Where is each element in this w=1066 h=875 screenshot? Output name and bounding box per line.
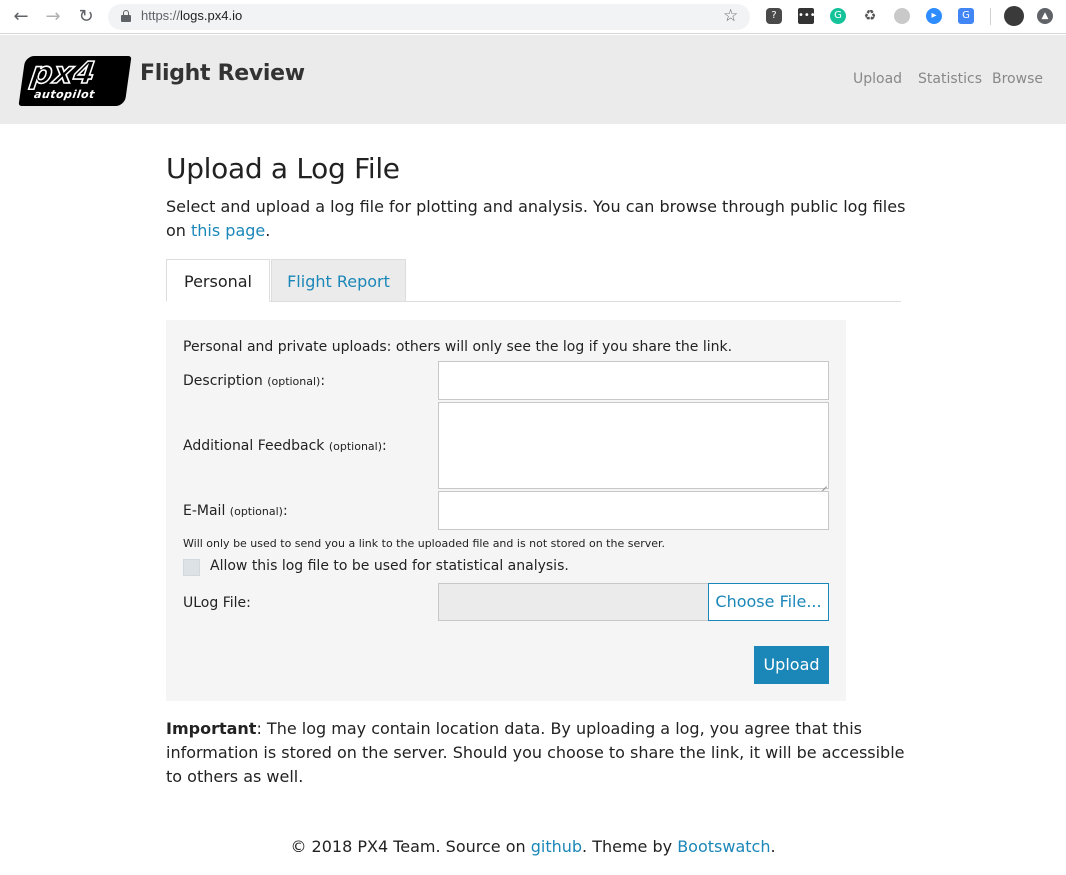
file-name-display	[438, 583, 708, 621]
nav-upload-link[interactable]: Upload	[853, 71, 902, 87]
statistics-checkbox-label[interactable]: Allow this log file to be used for stati…	[210, 558, 569, 574]
page-title: Upload a Log File	[166, 152, 400, 185]
nav-statistics-link[interactable]: Statistics	[918, 71, 982, 87]
circle-extension-icon[interactable]	[894, 8, 910, 24]
back-arrow-icon[interactable]: ←	[11, 7, 31, 27]
extension-shield-icon[interactable]: ?	[766, 8, 782, 24]
brand-title[interactable]: Flight Review	[140, 61, 305, 86]
bootswatch-link[interactable]: Bootswatch	[677, 837, 770, 856]
description-input[interactable]	[438, 361, 829, 400]
upload-button[interactable]: Upload	[754, 646, 829, 684]
tab-flight-report[interactable]: Flight Report	[271, 259, 406, 302]
upload-tabs: Personal Flight Report	[166, 259, 901, 302]
resize-grip-icon[interactable]	[819, 479, 827, 487]
translate-icon[interactable]: G	[958, 8, 974, 24]
form-note: Personal and private uploads: others wil…	[183, 339, 733, 355]
email-label: E-Mail (optional):	[183, 503, 288, 519]
site-navbar: px4 autopilot Flight Review Upload Stati…	[0, 35, 1066, 124]
feedback-label: Additional Feedback (optional):	[183, 438, 387, 454]
zoom-icon[interactable]: ▸	[926, 8, 942, 24]
reload-icon[interactable]: ↻	[76, 7, 96, 27]
description-label: Description (optional):	[183, 373, 326, 389]
statistics-checkbox[interactable]	[183, 559, 200, 576]
forward-arrow-icon[interactable]: →	[43, 7, 63, 27]
choose-file-button[interactable]: Choose File...	[708, 583, 829, 621]
email-help-text: Will only be used to send you a link to …	[183, 537, 666, 550]
url-text[interactable]: https://logs.px4.io	[141, 8, 242, 23]
tab-personal[interactable]: Personal	[166, 259, 270, 302]
bookmark-star-icon[interactable]: ☆	[723, 6, 738, 26]
recycle-icon[interactable]: ♻	[862, 8, 878, 24]
px4-logo[interactable]: px4 autopilot	[18, 55, 132, 106]
avatar[interactable]	[1004, 6, 1024, 26]
lock-icon	[121, 10, 131, 23]
location-data-notice: Important: The log may contain location …	[166, 719, 905, 786]
feedback-textarea[interactable]	[438, 402, 829, 489]
ulog-file-label: ULog File:	[183, 595, 251, 611]
extension-dots-icon[interactable]: •••	[798, 8, 816, 24]
page-footer: © 2018 PX4 Team. Source on github. Theme…	[290, 837, 776, 856]
email-input[interactable]	[438, 491, 829, 530]
this-page-link[interactable]: this page	[191, 221, 265, 240]
intro-text: Select and upload a log file for plottin…	[166, 197, 906, 240]
nav-browse-link[interactable]: Browse	[992, 71, 1043, 87]
grammarly-icon[interactable]: G	[830, 8, 846, 24]
update-arrow-icon[interactable]: ▲	[1037, 8, 1053, 24]
upload-form-panel: Personal and private uploads: others wil…	[166, 320, 846, 701]
toolbar-divider	[990, 8, 991, 25]
browser-toolbar: ← → ↻ https://logs.px4.io ☆ ? ••• G ♻ ▸ …	[0, 0, 1066, 34]
github-link[interactable]: github	[531, 837, 582, 856]
